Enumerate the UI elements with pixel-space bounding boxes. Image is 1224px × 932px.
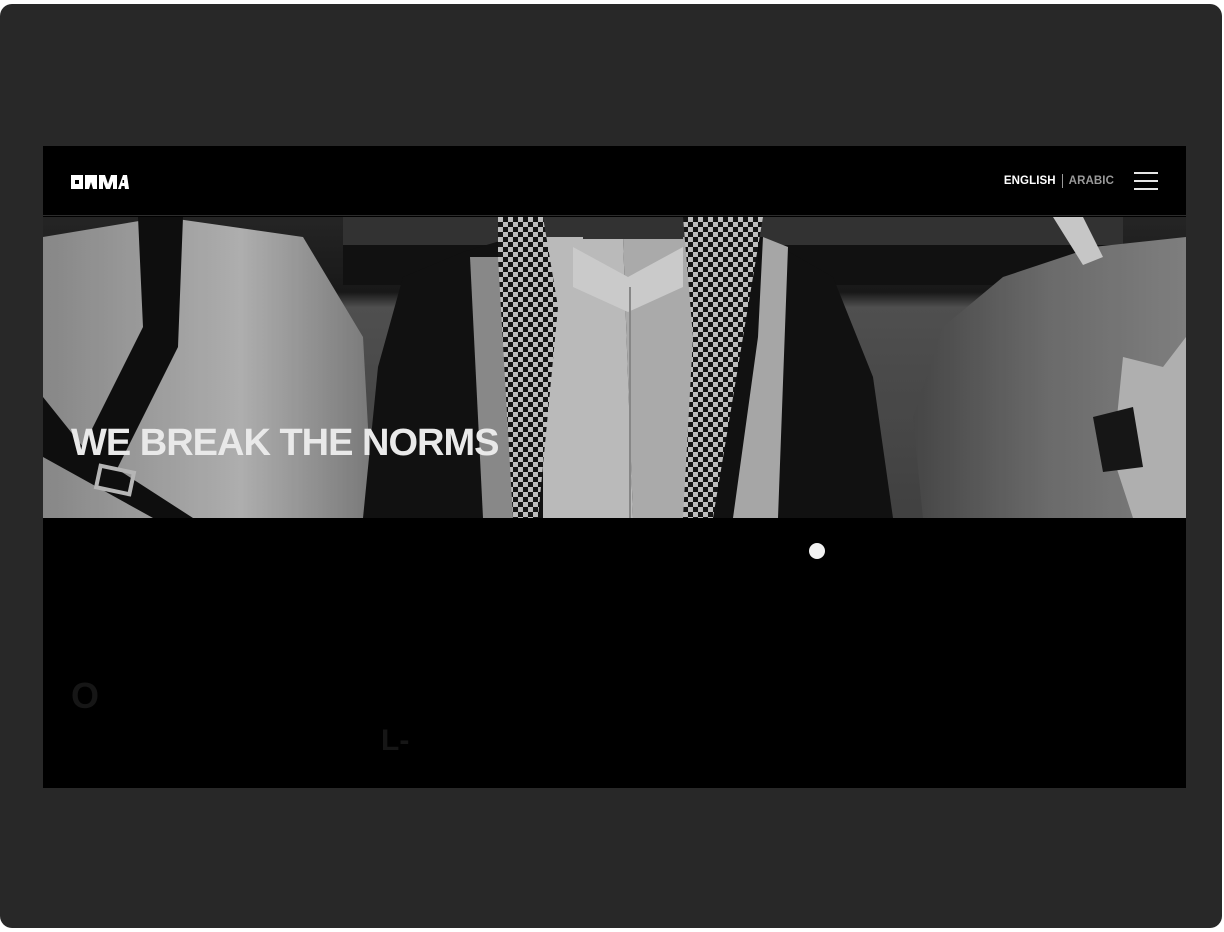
faded-letter: O — [71, 675, 100, 716]
lang-arabic[interactable]: ARABIC — [1069, 175, 1114, 187]
faded-letter: L- — [381, 724, 410, 757]
brand-logo[interactable] — [71, 175, 129, 189]
hero-photo — [43, 217, 1186, 518]
carousel-dot[interactable] — [809, 543, 825, 559]
website-viewport: ENGLISH ARABIC WE BREAK THE NORMS O L- — [43, 146, 1186, 788]
hero-banner: WE BREAK THE NORMS — [43, 217, 1186, 518]
site-header: ENGLISH ARABIC — [43, 146, 1186, 216]
language-switcher: ENGLISH ARABIC — [1004, 174, 1114, 188]
content-section: O L- — [43, 518, 1186, 788]
hamburger-menu-icon[interactable] — [1134, 172, 1158, 190]
hero-title: WE BREAK THE NORMS — [71, 422, 499, 464]
window-frame: ENGLISH ARABIC WE BREAK THE NORMS O L- — [0, 4, 1222, 928]
lang-divider — [1061, 174, 1063, 188]
lang-english[interactable]: ENGLISH — [1004, 175, 1056, 187]
